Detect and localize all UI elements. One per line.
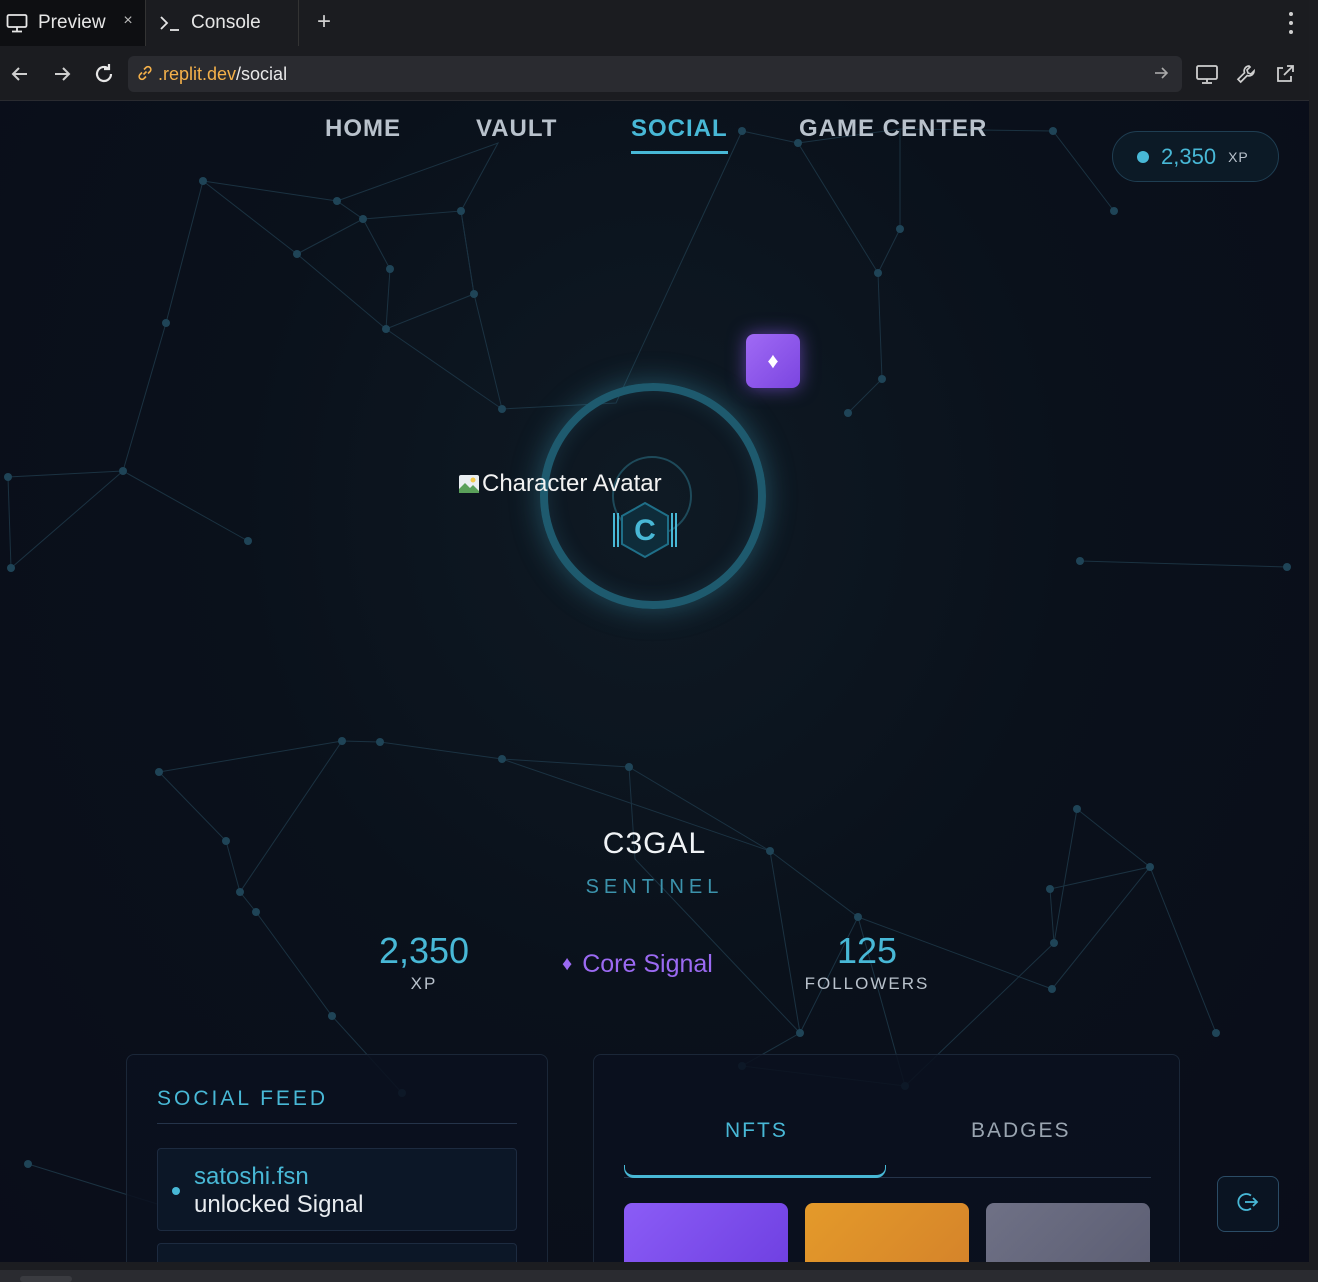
link-icon <box>136 64 156 84</box>
logout-button[interactable] <box>1217 1176 1279 1232</box>
nav-social-label: SOCIAL <box>631 115 728 142</box>
avatar-alt-text: Character Avatar <box>482 470 662 497</box>
feed-item[interactable] <box>157 1243 517 1262</box>
bottom-bar <box>0 1262 1318 1282</box>
nav-home-label: HOME <box>325 115 401 142</box>
core-signal-stat: ♦ Core Signal <box>562 950 713 979</box>
tab-console-label: Console <box>191 12 261 33</box>
terminal-icon <box>159 12 181 34</box>
feed-dot-icon <box>172 1187 180 1195</box>
nav-game-center[interactable]: GAME CENTER <box>799 115 987 155</box>
core-signal-label: Core Signal <box>582 950 713 978</box>
nft-card[interactable] <box>624 1203 788 1262</box>
assets-panel: NFTS BADGES <box>593 1054 1180 1262</box>
diamond-icon[interactable]: ♦ <box>746 334 800 388</box>
nft-card[interactable] <box>805 1203 969 1262</box>
url-domain: .replit.dev <box>158 63 237 84</box>
window-edge <box>1309 0 1318 1262</box>
devices-icon[interactable] <box>1193 60 1221 88</box>
xp-badge: 2,350 XP <box>1112 131 1279 182</box>
nav-vault-label: VAULT <box>476 115 558 142</box>
go-arrow-icon[interactable] <box>1152 64 1172 84</box>
broken-image-icon <box>458 473 480 495</box>
back-arrow-icon[interactable] <box>6 60 34 88</box>
social-feed-title: SOCIAL FEED <box>157 1087 329 1110</box>
profile-role: SENTINEL <box>585 876 724 898</box>
nav-home[interactable]: HOME <box>325 115 401 155</box>
open-external-icon[interactable] <box>1271 60 1299 88</box>
xp-badge-value: 2,350 <box>1161 143 1217 169</box>
monitor-icon <box>6 12 28 34</box>
c-logo-icon: C <box>612 501 678 559</box>
nav-social[interactable]: SOCIAL <box>631 115 728 155</box>
more-options-icon[interactable] <box>1287 12 1295 34</box>
followers-value: 125 <box>836 930 898 971</box>
address-input[interactable]: .replit.dev/social <box>128 56 1182 92</box>
followers-label: FOLLOWERS <box>804 974 930 993</box>
nft-card[interactable] <box>986 1203 1150 1262</box>
nav-game-center-label: GAME CENTER <box>799 115 988 142</box>
profile-name: C3GAL <box>602 827 707 860</box>
social-feed-panel: SOCIAL FEED satoshi.fsn unlocked Signal <box>126 1054 548 1262</box>
tab-preview-label: Preview <box>38 12 106 33</box>
tab-preview[interactable]: Preview × <box>0 0 146 46</box>
active-nav-underline <box>631 151 728 154</box>
xp-stat-value: 2,350 <box>378 930 470 971</box>
xp-stat: 2,350 XP <box>364 930 484 994</box>
xp-stat-label: XP <box>410 974 438 993</box>
feed-item[interactable]: satoshi.fsn unlocked Signal <box>157 1148 517 1231</box>
xp-badge-unit: XP <box>1228 148 1249 165</box>
signal-diamond-icon: ♦ <box>562 953 573 975</box>
browser-window: Preview × Console + .replit.dev/social H… <box>0 0 1309 1262</box>
c-logo-letter: C <box>634 514 656 547</box>
feed-user[interactable]: satoshi.fsn <box>194 1163 309 1191</box>
tab-badges[interactable]: BADGES <box>971 1119 1071 1143</box>
tab-nfts[interactable]: NFTS <box>725 1119 788 1143</box>
character-avatar-image[interactable]: Character Avatar <box>458 470 662 498</box>
active-tab-indicator <box>624 1165 886 1178</box>
url-bar: .replit.dev/social <box>0 46 1309 101</box>
url-path: /social <box>236 63 288 84</box>
forward-arrow-icon[interactable] <box>48 60 76 88</box>
followers-stat: 125 FOLLOWERS <box>800 930 934 994</box>
divider <box>157 1123 517 1124</box>
xp-dot-icon <box>1137 150 1149 163</box>
wrench-icon[interactable] <box>1232 60 1260 88</box>
feed-action: unlocked Signal <box>194 1191 364 1218</box>
scroll-handle[interactable] <box>20 1276 72 1282</box>
tab-bar: Preview × Console + <box>0 0 1309 46</box>
close-tab-icon[interactable]: × <box>119 12 137 30</box>
logout-icon <box>1236 1190 1260 1219</box>
social-page: HOME VAULT SOCIAL GAME CENTER 2,350 XP C… <box>0 101 1309 1262</box>
new-tab-button[interactable]: + <box>312 10 336 34</box>
reload-icon[interactable] <box>90 60 118 88</box>
nav-vault[interactable]: VAULT <box>476 115 557 155</box>
tab-console[interactable]: Console <box>147 0 299 46</box>
